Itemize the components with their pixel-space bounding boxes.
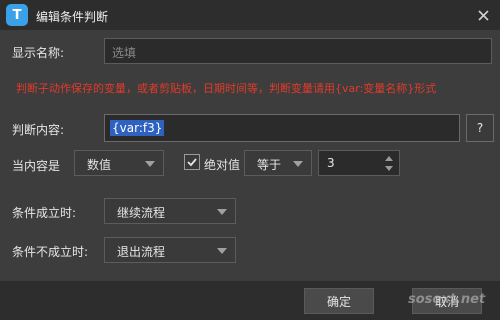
number-value: 3 [327, 156, 335, 170]
false-action-value: 退出流程 [117, 245, 166, 259]
chevron-down-icon [293, 161, 303, 167]
false-label: 条件不成立时: [12, 245, 89, 259]
abs-label: 绝对值 [204, 158, 241, 172]
ok-button[interactable]: 确定 [304, 288, 374, 314]
type-select-value: 数值 [87, 158, 112, 172]
close-icon [477, 9, 489, 21]
display-name-label: 显示名称: [12, 46, 65, 60]
false-action-select[interactable]: 退出流程 [104, 237, 236, 263]
app-logo-icon: T [6, 4, 28, 26]
dialog-title: 编辑条件判断 [36, 10, 109, 24]
spin-down-icon[interactable] [385, 166, 393, 171]
hint-text: 判断子动作保存的变量，或者剪贴板，日期时间等，判断变量请用{var:变量名称}形… [16, 82, 437, 95]
check-icon [187, 158, 197, 167]
content-value: {var:f3} [110, 120, 165, 136]
true-label: 条件成立时: [12, 206, 77, 220]
help-button[interactable]: ? [466, 114, 494, 142]
chevron-down-icon [217, 248, 227, 254]
display-name-input[interactable]: 选填 [104, 38, 492, 64]
close-button[interactable] [474, 6, 492, 24]
chevron-down-icon [145, 161, 155, 167]
compare-select-value: 等于 [257, 158, 282, 172]
title-bar: T 编辑条件判断 [0, 0, 500, 30]
type-select[interactable]: 数值 [74, 150, 164, 176]
number-spinbox[interactable]: 3 [318, 150, 400, 176]
chevron-down-icon [217, 209, 227, 215]
abs-checkbox[interactable] [184, 154, 200, 170]
compare-select[interactable]: 等于 [244, 150, 312, 176]
content-input[interactable]: {var:f3} [104, 114, 460, 142]
display-name-placeholder: 选填 [112, 46, 137, 60]
content-label: 判断内容: [12, 123, 65, 137]
true-action-value: 继续流程 [117, 206, 166, 220]
when-content-label: 当内容是 [12, 159, 61, 173]
true-action-select[interactable]: 继续流程 [104, 198, 236, 224]
spin-up-icon[interactable] [385, 156, 393, 161]
watermark: sosoxt.net [408, 292, 486, 307]
